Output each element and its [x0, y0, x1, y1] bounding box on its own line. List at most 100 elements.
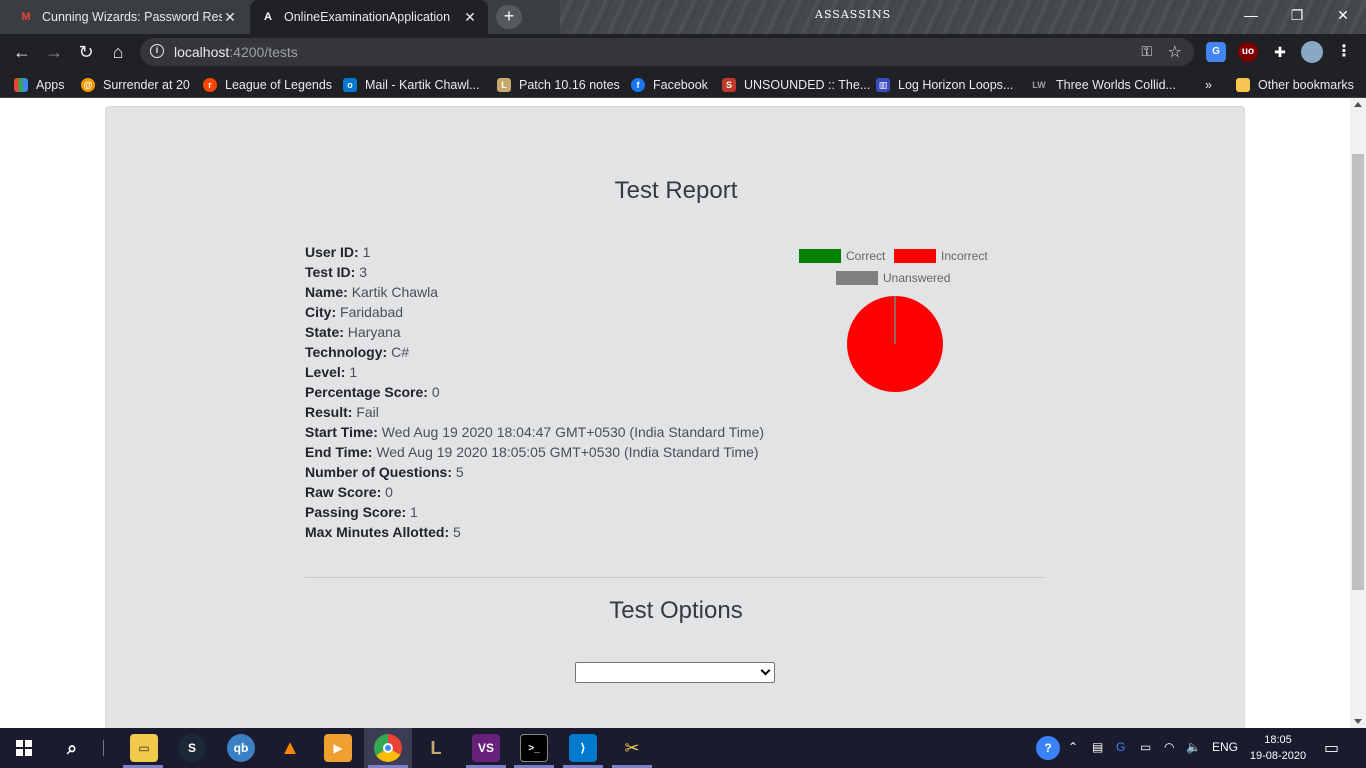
tab-title: Cunning Wizards: Password Rese: [42, 10, 222, 24]
bookmark-patch[interactable]: L Patch 10.16 notes: [497, 76, 620, 94]
g-hub-icon[interactable]: G: [1116, 740, 1125, 754]
tray-chevron-up-icon[interactable]: ⌃: [1068, 740, 1078, 754]
unsounded-icon: S: [722, 78, 736, 92]
reload-button[interactable]: ↻: [72, 38, 100, 66]
media-player-icon[interactable]: ▶: [324, 734, 352, 762]
windows-taskbar: ⌕ ▭ S qb ▲ ▶ L VS >_ ⟩ ✂ ? ⌃ ▤ G ▭ ◠ 🔈 E…: [0, 728, 1366, 768]
qbittorrent-icon[interactable]: qb: [227, 734, 255, 762]
wifi-icon[interactable]: ◠: [1164, 740, 1174, 754]
detail-value: 5: [455, 464, 464, 480]
bookmark-log-horizon[interactable]: ▥ Log Horizon Loops...: [876, 76, 1013, 94]
legend-label: Correct: [846, 249, 886, 263]
league-icon: L: [497, 78, 511, 92]
windows-start-icon[interactable]: [10, 734, 38, 762]
chrome-icon[interactable]: [374, 734, 402, 762]
taskbar-separator: [103, 740, 104, 756]
detail-label: Technology:: [305, 344, 388, 360]
database-icon[interactable]: ▤: [1092, 740, 1103, 754]
bookmark-mail[interactable]: o Mail - Kartik Chawl...: [343, 76, 480, 94]
scrollbar-thumb[interactable]: [1352, 154, 1364, 590]
forward-button[interactable]: →: [40, 38, 68, 66]
bookmark-league[interactable]: r League of Legends: [203, 76, 332, 94]
info-icon[interactable]: i: [150, 44, 164, 58]
detail-value: Faridabad: [340, 304, 404, 320]
scroll-down-arrow[interactable]: [1354, 719, 1362, 724]
restore-button[interactable]: ❐: [1274, 0, 1320, 32]
tab-active[interactable]: A OnlineExaminationApplication ✕: [250, 0, 488, 34]
angular-icon: A: [264, 11, 272, 23]
bookmark-facebook[interactable]: f Facebook: [631, 76, 708, 94]
bookmark-star-icon[interactable]: ☆: [1168, 42, 1182, 62]
detail-label: Number of Questions:: [305, 464, 453, 480]
legend-item-correct[interactable]: Correct: [799, 249, 885, 263]
ublock-extension-icon[interactable]: uo: [1238, 42, 1258, 62]
detail-label: Result:: [305, 404, 353, 420]
new-tab-button[interactable]: +: [496, 5, 522, 29]
legend-item-unanswered[interactable]: Unanswered: [836, 271, 950, 285]
volume-icon[interactable]: 🔈: [1186, 740, 1201, 754]
translate-extension-icon[interactable]: G: [1206, 42, 1226, 62]
detail-row: Result: Fail: [305, 402, 764, 422]
pie-chart: [847, 296, 943, 392]
vscode-icon[interactable]: ⟩: [569, 734, 597, 762]
detail-label: Level:: [305, 364, 346, 380]
test-options-select[interactable]: [575, 662, 775, 683]
scroll-up-arrow[interactable]: [1354, 102, 1362, 107]
bookmark-label: UNSOUNDED :: The...: [744, 78, 871, 92]
detail-value: 1: [362, 244, 371, 260]
folder-icon: [1236, 78, 1250, 92]
surrender-icon: @: [81, 78, 95, 92]
close-tab-icon[interactable]: ✕: [222, 9, 238, 26]
detail-label: Test ID:: [305, 264, 356, 280]
home-button[interactable]: ⌂: [104, 38, 132, 66]
outlook-icon: o: [343, 78, 357, 92]
search-icon[interactable]: ⌕: [58, 734, 86, 762]
detail-row: State: Haryana: [305, 322, 764, 342]
theme-logo: ASSASSINS: [815, 8, 892, 21]
chevron-down-icon: [760, 665, 771, 676]
battery-icon[interactable]: ▭: [1140, 740, 1151, 754]
bookmark-unsounded[interactable]: S UNSOUNDED :: The...: [722, 76, 870, 94]
close-tab-icon[interactable]: ✕: [462, 9, 478, 26]
address-bar[interactable]: i localhost:4200/tests ⚿ ☆: [140, 38, 1194, 66]
file-explorer-icon[interactable]: ▭: [130, 734, 158, 762]
key-icon[interactable]: ⚿: [1141, 43, 1152, 60]
bookmark-surrender[interactable]: @ Surrender at 20: [81, 76, 190, 94]
vlc-icon[interactable]: ▲: [276, 734, 304, 762]
league-client-icon[interactable]: L: [422, 734, 450, 762]
legend-item-incorrect[interactable]: Incorrect: [894, 249, 988, 263]
reddit-icon: r: [203, 78, 217, 92]
bookmark-label: Surrender at 20: [103, 78, 190, 92]
profile-avatar[interactable]: [1301, 41, 1323, 63]
menu-kebab-icon[interactable]: ⋮: [1334, 42, 1354, 62]
page-scrollbar[interactable]: [1350, 98, 1366, 728]
visual-studio-icon[interactable]: VS: [472, 734, 500, 762]
bookmark-label: Three Worlds Collid...: [1056, 78, 1176, 92]
minimize-button[interactable]: —: [1228, 0, 1274, 32]
bookmark-apps[interactable]: Apps: [14, 76, 65, 94]
bookmarks-overflow-button[interactable]: »: [1205, 76, 1212, 94]
help-icon[interactable]: ?: [1036, 736, 1060, 760]
detail-value: Haryana: [347, 324, 401, 340]
detail-row: Max Minutes Allotted: 5: [305, 522, 764, 542]
bookmark-other[interactable]: Other bookmarks: [1236, 76, 1354, 94]
tab-inactive[interactable]: M Cunning Wizards: Password Rese ✕: [8, 0, 248, 34]
detail-label: Passing Score:: [305, 504, 407, 520]
bookmark-three-worlds[interactable]: LW Three Worlds Collid...: [1030, 76, 1176, 94]
language-indicator[interactable]: ENG: [1212, 740, 1238, 754]
system-clock[interactable]: 18:05 19-08-2020: [1248, 732, 1308, 764]
steam-icon[interactable]: S: [178, 734, 206, 762]
url-path: :4200/tests: [229, 44, 298, 60]
notifications-icon[interactable]: ▭: [1324, 738, 1339, 758]
detail-row: Start Time: Wed Aug 19 2020 18:04:47 GMT…: [305, 422, 764, 442]
terminal-icon[interactable]: >_: [520, 734, 548, 762]
close-window-button[interactable]: ✕: [1320, 0, 1366, 32]
detail-label: State:: [305, 324, 344, 340]
detail-row: Test ID: 3: [305, 262, 764, 282]
legend-swatch: [836, 271, 878, 285]
back-button[interactable]: ←: [8, 38, 36, 66]
detail-value: 1: [410, 504, 418, 520]
extensions-puzzle-icon[interactable]: ✚: [1270, 42, 1290, 62]
tools-icon[interactable]: ✂: [618, 734, 646, 762]
legend-swatch: [799, 249, 841, 263]
